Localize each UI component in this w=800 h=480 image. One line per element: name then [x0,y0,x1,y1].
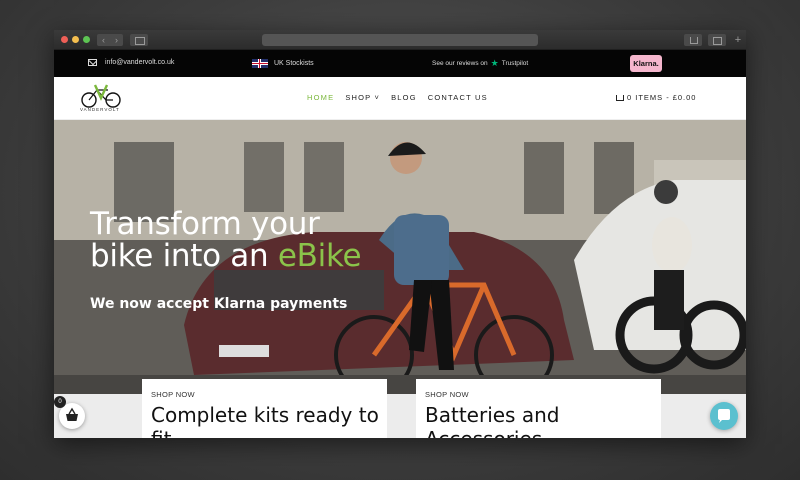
hero-subtitle: We now accept Klarna payments [90,296,348,312]
chat-widget-button[interactable] [710,402,738,430]
card-batteries-accessories[interactable]: SHOP NOW Batteries and Accessories [416,379,661,438]
card-complete-kits[interactable]: SHOP NOW Complete kits ready to fit [142,379,387,438]
reviews-text: See our reviews on [432,59,488,67]
uk-flag-icon [252,59,268,68]
cart-total: £0.00 [672,93,697,102]
address-bar[interactable] [262,34,538,46]
mail-icon [88,59,97,66]
email-link[interactable]: info@vandervolt.co.uk [88,59,174,66]
logo-text: VANDERVOLT [80,107,120,112]
cart-link[interactable]: 0 ITEMS - £0.00 [616,93,696,102]
share-icon[interactable] [684,34,702,46]
trustpilot-link[interactable]: See our reviews on ★ Trustpilot [432,58,529,68]
trustpilot-star-icon: ★ [490,58,499,68]
hero-title-line2-prefix: bike into an [90,238,278,274]
email-text: info@vandervolt.co.uk [105,59,175,66]
back-icon[interactable]: ‹ [97,34,110,46]
browser-window: ‹ › + info@vandervolt.co.uk UK Stockists… [54,30,746,438]
back-forward-buttons: ‹ › [97,34,123,46]
minimize-window-button[interactable] [72,36,79,43]
nav-contact-us[interactable]: CONTACT US [428,93,488,102]
chevron-down-icon: ˅ [371,93,381,102]
nav-shop-label: SHOP [345,93,372,102]
uk-stockists-link[interactable]: UK Stockists [252,59,314,68]
close-window-button[interactable] [61,36,68,43]
hero-title-line1: Transform your [90,206,320,242]
hero-title-highlight: eBike [277,238,362,274]
top-info-bar: info@vandervolt.co.uk UK Stockists See o… [54,50,746,77]
cart-divider: - [666,93,670,102]
card-title: Batteries and Accessories [425,403,560,438]
hero-banner: Transform your bike into an eBike We now… [54,120,746,394]
trustpilot-text: Trustpilot [501,59,529,67]
cart-icon [616,94,624,101]
card-label: SHOP NOW [151,390,195,399]
tabs-overview-icon[interactable] [708,34,726,46]
nav-home[interactable]: HOME [307,93,334,102]
chat-icon [718,409,730,423]
cart-items: 0 ITEMS [627,93,664,102]
main-nav: HOME SHOP ˅ BLOG CONTACT US [307,93,488,102]
maximize-window-button[interactable] [83,36,90,43]
sidebar-toggle-icon[interactable] [130,34,148,46]
new-tab-icon[interactable]: + [732,34,744,46]
site-header: VANDERVOLT HOME SHOP ˅ BLOG CONTACT US 0… [54,77,746,120]
forward-icon[interactable]: › [110,34,123,46]
card-title: Complete kits ready to fit [151,403,379,438]
klarna-badge[interactable]: Klarna. [630,55,662,72]
stockist-text: UK Stockists [274,60,314,67]
nav-blog[interactable]: BLOG [391,93,417,102]
basket-count-badge: 0 [54,396,66,408]
nav-shop[interactable]: SHOP ˅ [345,93,380,102]
browser-toolbar: ‹ › + [54,30,746,50]
card-label: SHOP NOW [425,390,469,399]
hero-title: Transform your bike into an eBike [90,206,362,274]
